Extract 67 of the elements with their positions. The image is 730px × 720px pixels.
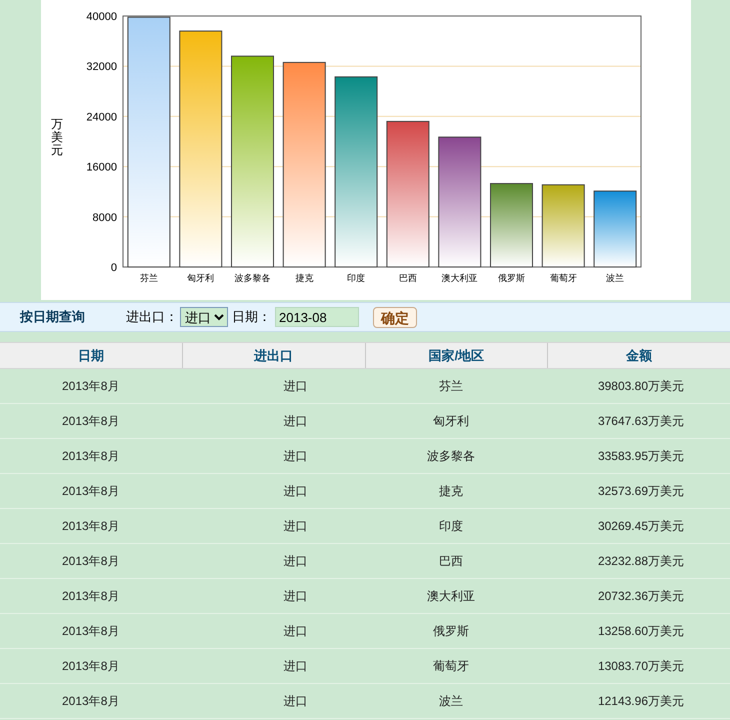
table-cell-text: 葡萄牙 <box>432 658 470 675</box>
table-cell-text: 波多黎各 <box>426 448 476 465</box>
table-cell-text: 37647.63万美元 <box>596 413 685 430</box>
date-label: 日期： <box>232 308 271 326</box>
x-tick-label: 俄罗斯 <box>498 273 525 283</box>
table-cell-text: 巴西 <box>438 553 464 570</box>
x-tick-label: 波多黎各 <box>234 273 270 283</box>
filter-title: 按日期查询 <box>20 308 86 326</box>
table-cell-text: 进口 <box>282 378 308 395</box>
table-cell-text: 13083.70万美元 <box>596 658 685 675</box>
type-select[interactable]: 进口 <box>180 307 228 327</box>
table-cell-text: 2013年8月 <box>61 693 120 710</box>
table-cell-text: 俄罗斯 <box>432 623 470 640</box>
table-cell-text: 进口 <box>282 483 308 500</box>
x-tick-label: 捷克 <box>295 273 314 283</box>
table-cell-text: 2013年8月 <box>61 623 120 640</box>
column-header: 国家/地区 <box>364 343 548 368</box>
table-cell-text: 2013年8月 <box>61 518 120 535</box>
table-cell-text: 匈牙利 <box>432 413 470 430</box>
table-cell-text: 捷克 <box>438 483 464 500</box>
table-cell-text: 印度 <box>438 518 464 535</box>
x-tick-label: 印度 <box>347 273 366 283</box>
table-cell-text: 2013年8月 <box>61 448 120 465</box>
table-cell-text: 2013年8月 <box>61 378 120 395</box>
column-header: 日期 <box>76 346 105 365</box>
table-cell-text: 2013年8月 <box>61 553 120 570</box>
y-tick-label: 16000 <box>86 162 117 174</box>
table-cell-text: 20732.36万美元 <box>596 588 685 605</box>
table-cell-text: 23232.88万美元 <box>596 553 685 570</box>
y-tick-label: 40000 <box>86 11 117 23</box>
table-cell-text: 13258.60万美元 <box>596 623 685 640</box>
table-cell-text: 2013年8月 <box>61 588 120 605</box>
date-field[interactable]: 2013-08 <box>275 307 359 327</box>
column-header: 进出口 <box>182 343 364 368</box>
table-cell-text: 进口 <box>282 553 308 570</box>
table-cell-text: 2013年8月 <box>61 483 120 500</box>
table-cell-text: 32573.69万美元 <box>596 483 685 500</box>
table-cell-text: 2013年8月 <box>61 413 120 430</box>
x-tick-label: 匈牙利 <box>187 273 214 283</box>
table-cell-text: 进口 <box>282 693 308 710</box>
table-cell-text: 39803.80万美元 <box>596 378 685 395</box>
column-header: 金额 <box>547 343 730 368</box>
table-cell-text: 进口 <box>282 588 308 605</box>
table-cell-text: 波兰 <box>438 693 464 710</box>
y-tick-label: 0 <box>110 262 117 274</box>
table-cell-text: 33583.95万美元 <box>596 448 685 465</box>
table-cell-text: 进口 <box>282 448 308 465</box>
table-cell-text: 2013年8月 <box>61 658 120 675</box>
table-cell-text: 进口 <box>282 413 308 430</box>
x-tick-label: 巴西 <box>398 273 417 283</box>
table-cell-text: 进口 <box>282 518 308 535</box>
confirm-button[interactable]: 确定 <box>373 306 417 328</box>
table-cell-text: 12143.96万美元 <box>596 693 685 710</box>
table-cell-text: 进口 <box>282 623 308 640</box>
table-cell-text: 澳大利亚 <box>426 588 476 605</box>
y-tick-label: 32000 <box>86 61 117 74</box>
x-tick-label: 葡萄牙 <box>550 273 577 283</box>
y-tick-label: 24000 <box>86 111 117 124</box>
y-axis-label: 万美元 <box>51 118 63 158</box>
table-cell-text: 进口 <box>282 658 308 675</box>
table-cell-text: 芬兰 <box>438 378 464 395</box>
x-tick-label: 芬兰 <box>140 273 158 283</box>
x-tick-label: 澳大利亚 <box>442 273 478 283</box>
type-label: 进出口： <box>126 308 178 326</box>
x-tick-label: 波兰 <box>606 273 624 283</box>
table-cell-text: 30269.45万美元 <box>596 518 685 535</box>
y-tick-label: 8000 <box>92 212 117 224</box>
